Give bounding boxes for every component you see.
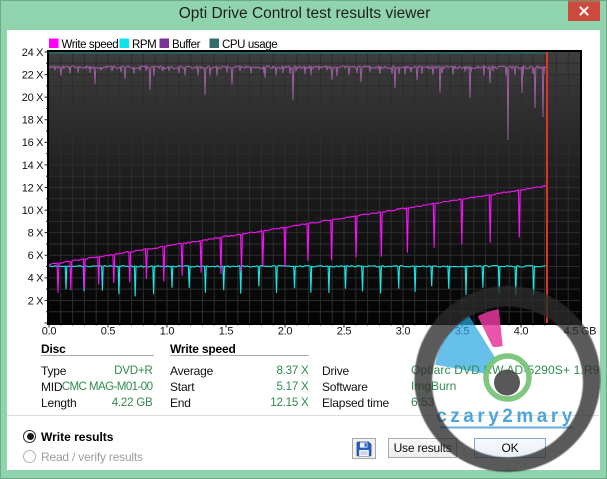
svg-text:czary2mary: czary2mary	[436, 406, 576, 427]
